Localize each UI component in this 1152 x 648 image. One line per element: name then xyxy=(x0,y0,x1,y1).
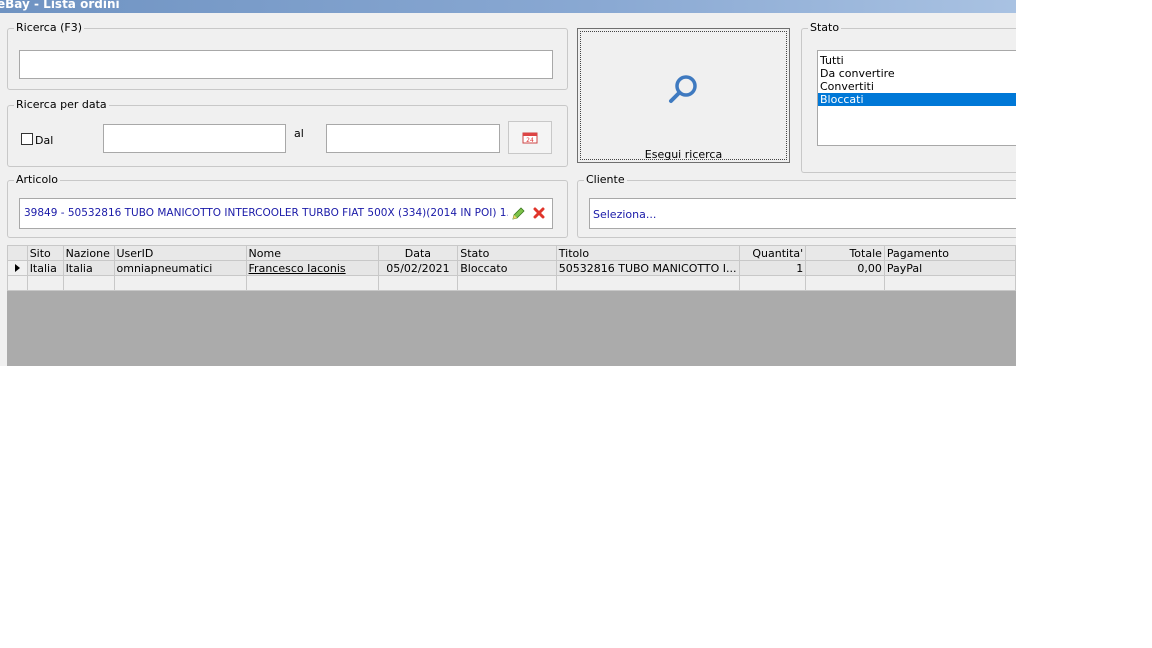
row-header-corner xyxy=(7,245,28,261)
column-header-nome[interactable]: Nome xyxy=(245,245,379,261)
cell-empty[interactable] xyxy=(555,275,740,291)
cell-userid[interactable]: omniapneumatici xyxy=(113,260,247,276)
column-header-userid[interactable]: UserID xyxy=(113,245,247,261)
cell-nome[interactable]: Francesco Iaconis xyxy=(245,260,379,276)
cell-empty[interactable] xyxy=(805,275,885,291)
orders-grid: Sito Nazione UserID Nome Data Stato Tito… xyxy=(7,245,1016,366)
articolo-legend: Articolo xyxy=(14,173,60,186)
cell-empty[interactable] xyxy=(883,275,1016,291)
articolo-group: Articolo 39849 - 50532816 TUBO MANICOTTO… xyxy=(7,173,568,238)
stato-option-tutti[interactable]: Tutti xyxy=(818,54,1016,67)
current-row-arrow-icon xyxy=(14,263,20,272)
row-selector[interactable] xyxy=(7,260,28,276)
svg-text:24: 24 xyxy=(526,137,534,144)
cell-data[interactable]: 05/02/2021 xyxy=(377,260,459,276)
ricerca-group: Ricerca (F3) xyxy=(7,21,568,90)
cell-sito[interactable]: Italia xyxy=(26,260,64,276)
articolo-field[interactable]: 39849 - 50532816 TUBO MANICOTTO INTERCOO… xyxy=(19,198,553,229)
title-bar: eBay - Lista ordini xyxy=(0,0,1016,13)
date-to-input[interactable] xyxy=(326,124,500,153)
cell-titolo[interactable]: 50532816 TUBO MANICOTTO I... xyxy=(555,260,740,276)
cell-pagamento[interactable]: PayPal xyxy=(883,260,1016,276)
table-row[interactable]: Italia Italia omniapneumatici Francesco … xyxy=(7,260,1016,276)
cliente-group: Cliente Seleziona... xyxy=(577,173,1016,238)
main-window: eBay - Lista ordini Ricerca (F3) Ricerca… xyxy=(0,0,1016,366)
window-title: eBay - Lista ordini xyxy=(0,0,120,11)
stato-legend: Stato xyxy=(808,21,842,34)
cell-totale[interactable]: 0,00 xyxy=(805,260,885,276)
delete-icon[interactable] xyxy=(533,207,545,219)
stato-option-da-convertire[interactable]: Da convertire xyxy=(818,67,1016,80)
stato-option-convertiti[interactable]: Convertiti xyxy=(818,80,1016,93)
row-selector[interactable] xyxy=(7,275,28,291)
cell-empty[interactable] xyxy=(457,275,557,291)
stato-group: Stato Tutti Da convertire Convertiti Blo… xyxy=(801,21,1016,173)
calendar-button[interactable]: 24 xyxy=(508,121,552,154)
cell-empty[interactable] xyxy=(62,275,115,291)
date-search-group: Ricerca per data Dal al 24 xyxy=(7,98,568,167)
magnifier-icon xyxy=(668,73,700,105)
cell-empty[interactable] xyxy=(113,275,247,291)
column-header-quantita[interactable]: Quantita' xyxy=(738,245,807,261)
search-input[interactable] xyxy=(19,50,553,79)
pencil-icon[interactable] xyxy=(511,206,526,221)
cliente-legend: Cliente xyxy=(584,173,627,186)
execute-search-button[interactable]: Esegui ricerca xyxy=(577,28,790,163)
cell-nazione[interactable]: Italia xyxy=(62,260,115,276)
cliente-value: Seleziona... xyxy=(593,208,657,221)
column-header-titolo[interactable]: Titolo xyxy=(555,245,740,261)
orders-table: Sito Nazione UserID Nome Data Stato Tito… xyxy=(7,245,1016,291)
new-row[interactable] xyxy=(7,275,1016,291)
date-search-legend: Ricerca per data xyxy=(14,98,109,111)
ricerca-legend: Ricerca (F3) xyxy=(14,21,84,34)
column-header-data[interactable]: Data xyxy=(377,245,459,261)
stato-option-bloccati[interactable]: Bloccati xyxy=(818,93,1016,106)
execute-search-label: Esegui ricerca xyxy=(644,148,723,161)
stato-listbox[interactable]: Tutti Da convertire Convertiti Bloccati xyxy=(817,50,1016,146)
column-header-sito[interactable]: Sito xyxy=(26,245,64,261)
column-header-pagamento[interactable]: Pagamento xyxy=(883,245,1016,261)
column-header-stato[interactable]: Stato xyxy=(457,245,557,261)
al-label: al xyxy=(294,127,304,140)
cell-stato[interactable]: Bloccato xyxy=(457,260,557,276)
cliente-field[interactable]: Seleziona... xyxy=(589,198,1016,229)
dal-label: Dal xyxy=(35,134,54,147)
column-header-nazione[interactable]: Nazione xyxy=(62,245,115,261)
dal-checkbox[interactable] xyxy=(21,133,33,145)
cell-quantita[interactable]: 1 xyxy=(738,260,807,276)
articolo-value: 39849 - 50532816 TUBO MANICOTTO INTERCOO… xyxy=(24,207,508,219)
calendar-icon: 24 xyxy=(522,131,538,144)
cell-empty[interactable] xyxy=(26,275,64,291)
date-from-input[interactable] xyxy=(103,124,286,153)
cell-empty[interactable] xyxy=(377,275,459,291)
cell-empty[interactable] xyxy=(738,275,807,291)
cell-empty[interactable] xyxy=(245,275,379,291)
grid-header-row: Sito Nazione UserID Nome Data Stato Tito… xyxy=(7,245,1016,261)
column-header-totale[interactable]: Totale xyxy=(805,245,885,261)
